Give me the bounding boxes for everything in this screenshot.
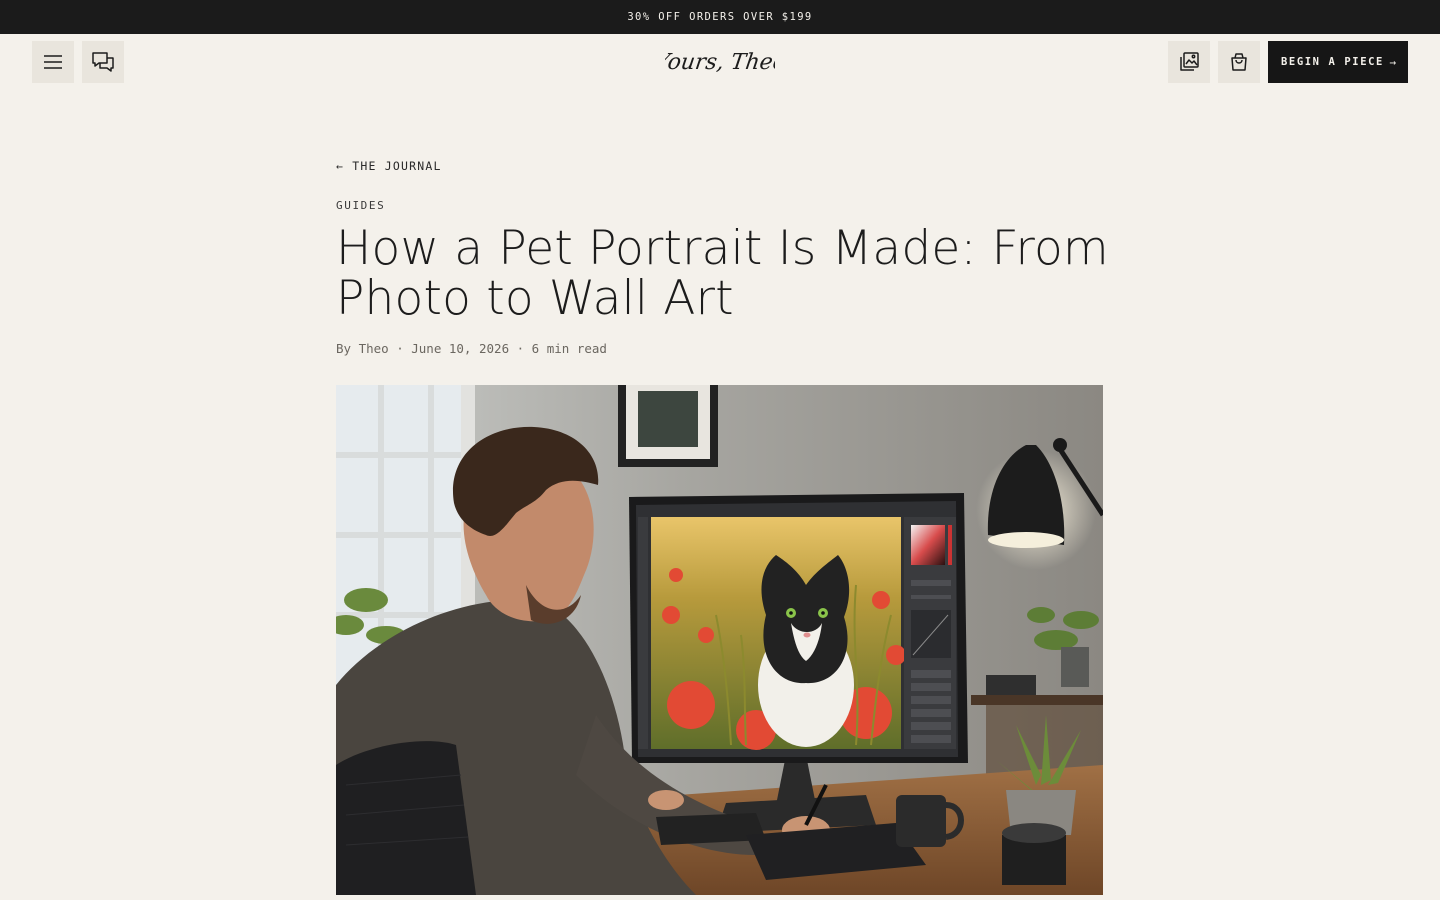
svg-text:Yours, Theo: Yours, Theo [665, 49, 775, 75]
menu-button[interactable] [32, 41, 74, 83]
chat-bubbles-icon [91, 51, 115, 73]
arrow-right-icon: → [1389, 55, 1396, 69]
article-meta: By Theo · June 10, 2026 · 6 min read [336, 341, 607, 356]
hero-image [336, 385, 1103, 895]
logo-wordmark: Yours, Theo [665, 49, 775, 75]
image-gallery-icon [1178, 51, 1200, 73]
menu-icon [43, 54, 63, 70]
promo-bar: 30% OFF ORDERS OVER $199 [0, 0, 1440, 34]
article-title: How a Pet Portrait Is Made: From Photo t… [336, 221, 1109, 326]
begin-a-piece-button[interactable]: BEGIN A PIECE → [1268, 41, 1408, 83]
cta-label: BEGIN A PIECE [1281, 56, 1384, 68]
promo-text: 30% OFF ORDERS OVER $199 [627, 11, 813, 23]
chat-button[interactable] [82, 41, 124, 83]
gallery-button[interactable] [1168, 41, 1210, 83]
hero-illustration [336, 385, 1103, 895]
cart-button[interactable] [1218, 41, 1260, 83]
brand-logo[interactable]: Yours, Theo [620, 42, 820, 82]
shopping-bag-icon [1229, 52, 1249, 72]
back-to-journal-link[interactable]: ← THE JOURNAL [336, 159, 442, 173]
site-header: Yours, Theo BEGIN A PIECE → [0, 34, 1440, 90]
article-category: GUIDES [336, 199, 386, 212]
